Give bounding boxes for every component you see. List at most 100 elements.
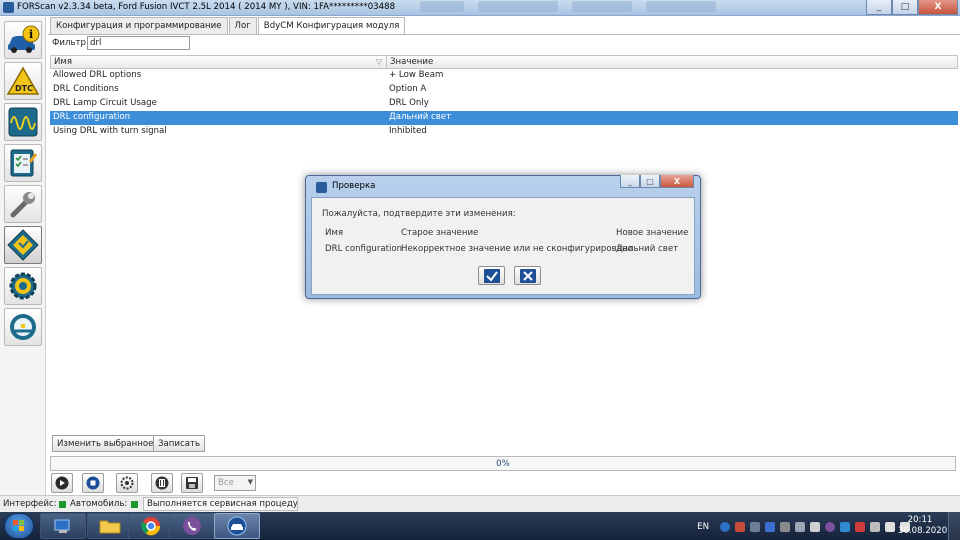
vehicle-status-led (131, 501, 138, 508)
filter-select[interactable]: Все ▼ (214, 475, 256, 491)
table-row[interactable]: DRL Conditions Option A (50, 83, 958, 97)
viber-tray-icon[interactable] (825, 522, 835, 532)
row-value: DRL Only (389, 98, 429, 108)
show-desktop-button[interactable] (948, 512, 960, 540)
taskbar-forscan[interactable] (214, 513, 260, 539)
dialog-window-controls: _ □ X (620, 175, 694, 188)
tab-log[interactable]: Лог (228, 17, 257, 34)
row-name: DRL Conditions (53, 84, 119, 94)
taskbar-folder[interactable] (87, 513, 133, 539)
left-toolbar: i DTC (0, 17, 46, 495)
background-window-tabs (420, 1, 800, 14)
change-selected-button[interactable]: Изменить выбранное (52, 435, 159, 452)
svg-text:i: i (29, 28, 33, 41)
flag-tray-icon[interactable] (855, 522, 865, 532)
table-row[interactable]: Allowed DRL options + Low Beam (50, 69, 958, 83)
dialog-minimize-button[interactable]: _ (620, 175, 640, 188)
dialog-title: Проверка (332, 181, 376, 191)
dtc-icon: DTC (6, 66, 40, 95)
device-tray-icon[interactable] (750, 522, 760, 532)
help-tray-icon[interactable] (720, 522, 730, 532)
taskbar-viber[interactable] (169, 513, 215, 539)
dialog-maximize-button[interactable]: □ (640, 175, 660, 188)
wrench-icon (10, 192, 35, 218)
dialog-close-button[interactable]: X (660, 175, 694, 188)
dialog-body: Пожалуйста, подтвердите эти изменения: И… (311, 197, 695, 295)
service-button[interactable] (4, 185, 42, 223)
battery-tray-icon[interactable] (870, 522, 880, 532)
filter-input[interactable] (87, 36, 190, 50)
row-value: Option A (389, 84, 427, 94)
maximize-button[interactable]: □ (892, 0, 918, 15)
tab-bar: Конфигурация и программирование Лог BdyC… (50, 17, 406, 34)
language-indicator[interactable]: EN (697, 522, 709, 532)
confirm-button[interactable] (478, 266, 505, 285)
cancel-icon (519, 268, 536, 283)
row-name: Allowed DRL options (53, 70, 142, 80)
dtc-button[interactable]: DTC (4, 62, 42, 100)
bluetooth-tray-icon[interactable] (765, 522, 775, 532)
dialog-row-old: Некорректное значение или не сконфигурир… (401, 244, 633, 254)
stop-button[interactable] (82, 473, 104, 493)
column-header-name[interactable]: Имя ▽ (51, 56, 387, 69)
table-row[interactable]: DRL Lamp Circuit Usage DRL Only (50, 97, 958, 111)
row-value: Inhibited (389, 126, 427, 136)
row-name: Using DRL with turn signal (53, 126, 167, 136)
check-icon (483, 268, 500, 283)
start-button[interactable] (4, 513, 34, 539)
dialog-header-name: Имя (325, 228, 344, 238)
column-header-name-label: Имя (54, 57, 73, 67)
config-table: Имя ▽ Значение Allowed DRL options + Low… (50, 55, 958, 139)
window-title: FORScan v2.3.34 beta, Ford Fusion IVCT 2… (17, 2, 396, 12)
tab-config-programming[interactable]: Конфигурация и программирование (50, 17, 228, 34)
explorer-icon (54, 519, 70, 533)
messages-tray-icon[interactable] (780, 522, 790, 532)
column-header-value[interactable]: Значение (387, 56, 957, 69)
status-message: Выполняется сервисная процедура... (143, 497, 298, 511)
svg-text:DTC: DTC (15, 84, 33, 93)
taskbar: EN 20:11 30.08.2020 (0, 512, 960, 540)
interface-label: Интерфейс: (3, 499, 57, 509)
system-clock[interactable]: 20:11 30.08.2020 (898, 515, 947, 537)
tools-tray-icon[interactable] (810, 522, 820, 532)
taskbar-chrome[interactable] (128, 513, 174, 539)
chevron-down-icon: ▼ (247, 478, 253, 486)
filter-select-value: Все (218, 478, 234, 488)
dialog-row-name: DRL configuration (325, 244, 403, 254)
forscan-icon (227, 516, 247, 536)
chip-icon (7, 229, 39, 261)
antivirus-tray-icon[interactable] (735, 522, 745, 532)
play-icon (55, 476, 69, 490)
status-bar: Интерфейс: Автомобиль: Выполняется серви… (0, 495, 960, 512)
delete-button[interactable] (151, 473, 173, 493)
settings-button[interactable] (4, 267, 42, 305)
write-button[interactable]: Записать (153, 435, 206, 452)
table-row-selected[interactable]: DRL configuration Дальний свет (50, 111, 958, 125)
play-button[interactable] (51, 473, 73, 493)
confirm-dialog: Проверка _ □ X Пожалуйста, подтвердите э… (305, 175, 701, 299)
table-row[interactable]: Using DRL with turn signal Inhibited (50, 125, 958, 139)
folder-icon (99, 520, 121, 534)
window-controls: _ □ X (866, 0, 958, 15)
tab-bdycm-config[interactable]: BdyCM Конфигурация модуля (257, 17, 406, 34)
vehicle-info-icon: i (8, 25, 40, 53)
checklist-button[interactable] (4, 144, 42, 182)
delete-icon (155, 476, 169, 490)
close-button[interactable]: X (918, 0, 958, 15)
configuration-button[interactable] (4, 226, 42, 264)
minimize-button[interactable]: _ (866, 0, 892, 15)
config-tool-button[interactable] (116, 473, 138, 493)
stop-icon (86, 476, 100, 490)
network-tray-icon[interactable] (840, 522, 850, 532)
oscilloscope-button[interactable] (4, 103, 42, 141)
drive-tray-icon[interactable] (795, 522, 805, 532)
sort-indicator-icon: ▽ (375, 57, 382, 66)
table-header: Имя ▽ Значение (50, 55, 958, 69)
cancel-button[interactable] (514, 266, 541, 285)
chrome-icon (141, 517, 161, 536)
signal-tray-icon[interactable] (885, 522, 895, 532)
taskbar-explorer[interactable] (40, 513, 86, 539)
vehicle-info-button[interactable]: i (4, 21, 42, 59)
help-button[interactable] (4, 308, 42, 346)
save-button[interactable] (181, 473, 203, 493)
